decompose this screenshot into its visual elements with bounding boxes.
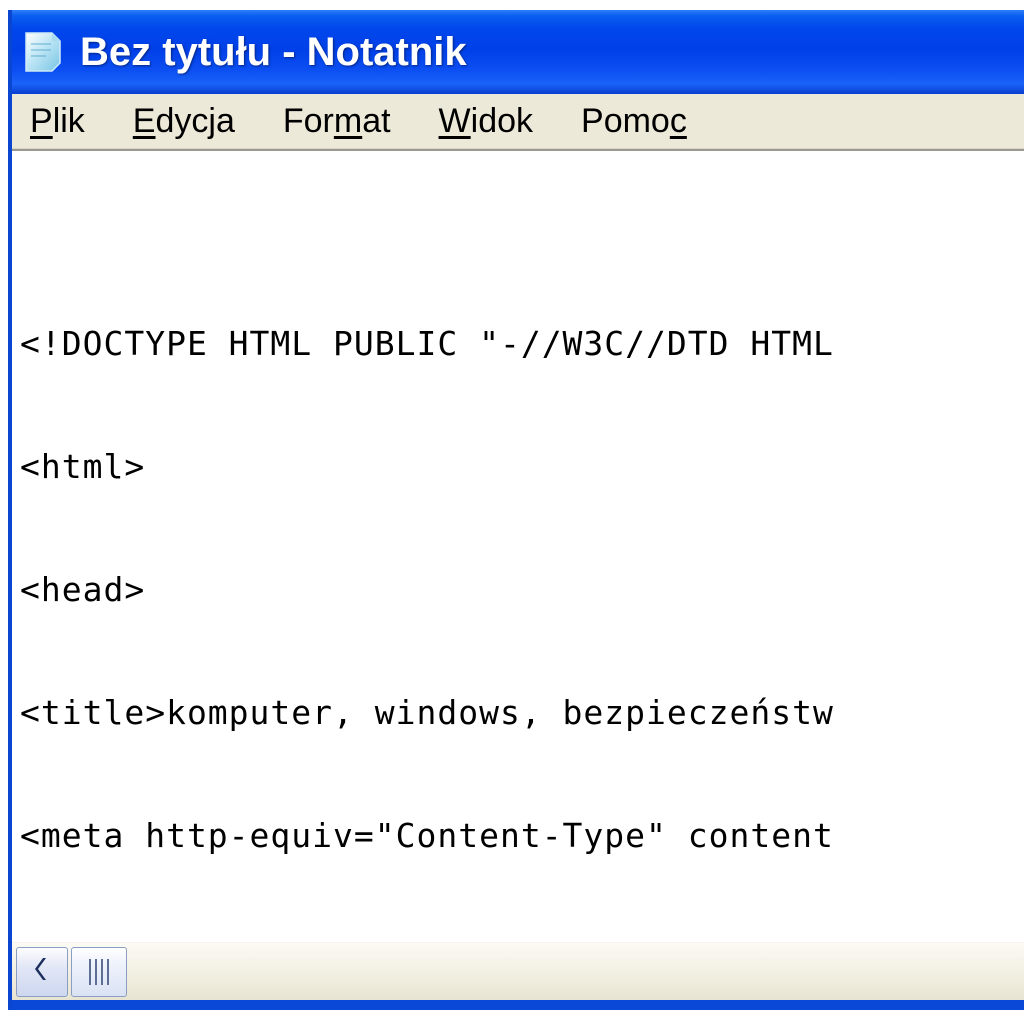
text-editing-area[interactable]: <!DOCTYPE HTML PUBLIC "-//W3C//DTD HTML …: [12, 149, 1024, 942]
scrollbar-track[interactable]: [12, 943, 1024, 1000]
grip-lines-icon: [89, 958, 109, 985]
window-title-bar[interactable]: Bez tytułu - Notatnik: [12, 10, 1024, 94]
horizontal-scrollbar[interactable]: [12, 942, 1024, 1000]
screenshot-canvas: Bez tytułu - Notatnik Plik Edycja Format…: [0, 0, 1024, 1024]
menu-bar: Plik Edycja Format Widok Pomoc: [12, 94, 1024, 149]
menu-item-pomoc[interactable]: Pomoc: [581, 104, 687, 138]
menu-label-prefix: For: [282, 102, 334, 140]
text-line: <head>: [20, 570, 146, 609]
menu-label-suffix: lik: [52, 102, 85, 140]
menu-accelerator: W: [438, 102, 471, 140]
menu-item-widok[interactable]: Widok: [439, 104, 533, 138]
text-line: <meta http-equiv="Content-Type" content: [20, 816, 834, 855]
document-text[interactable]: <!DOCTYPE HTML PUBLIC "-//W3C//DTD HTML …: [20, 241, 1024, 942]
text-line: <title>komputer, windows, bezpieczeństw: [20, 693, 834, 732]
menu-accelerator: E: [132, 102, 156, 140]
notepad-window: Bez tytułu - Notatnik Plik Edycja Format…: [8, 10, 1024, 1010]
menu-label-suffix: at: [362, 102, 391, 140]
text-line: <html>: [20, 447, 146, 486]
menu-item-plik[interactable]: Plik: [30, 104, 85, 138]
notepad-document-icon: [22, 30, 64, 74]
scrollbar-thumb[interactable]: [71, 946, 127, 997]
window-title-text: Bez tytułu - Notatnik: [80, 29, 467, 74]
menu-accelerator: c: [669, 102, 687, 140]
menu-item-format[interactable]: Format: [283, 104, 391, 138]
menu-accelerator: m: [333, 102, 363, 140]
menu-label-suffix: dycja: [155, 102, 235, 140]
menu-item-edycja[interactable]: Edycja: [133, 104, 235, 138]
menu-accelerator: P: [30, 102, 53, 140]
chevron-left-icon: [31, 955, 53, 988]
menu-label-prefix: Pomo: [581, 102, 670, 140]
text-line: <!DOCTYPE HTML PUBLIC "-//W3C//DTD HTML: [20, 324, 834, 363]
scroll-left-button[interactable]: [16, 946, 68, 997]
menu-label-suffix: idok: [470, 102, 534, 140]
